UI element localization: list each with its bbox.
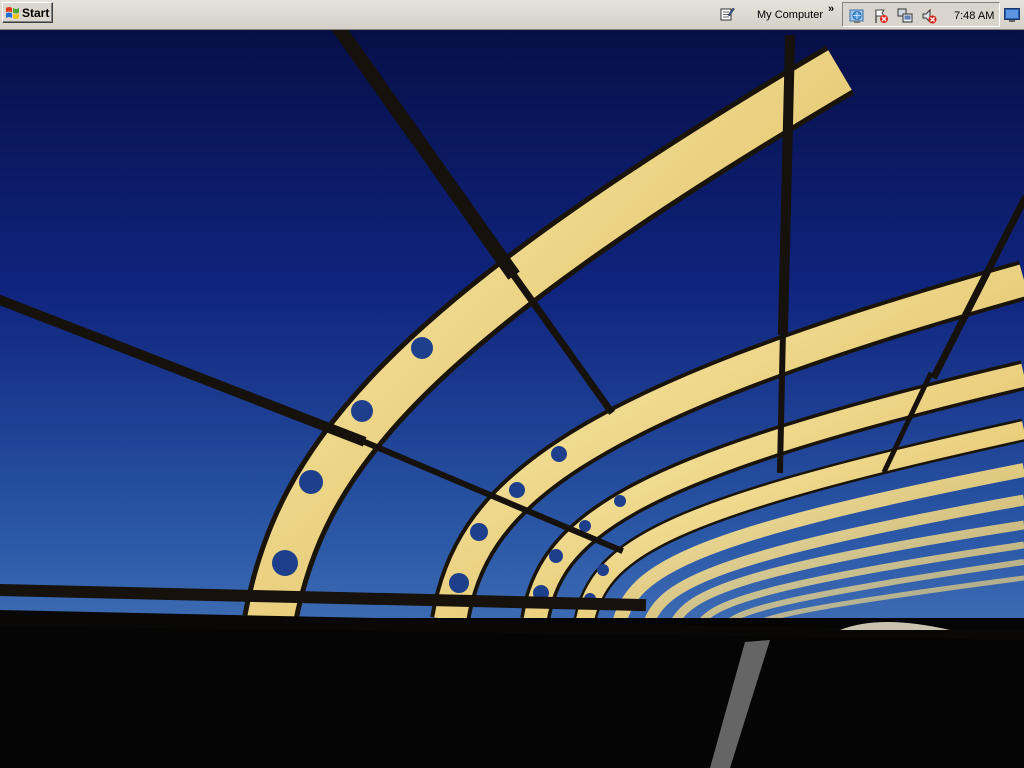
system-tray: 7:48 AM (842, 2, 1000, 27)
security-flag-icon[interactable] (873, 8, 889, 24)
toolbar-overflow-chevron[interactable]: » (828, 3, 834, 15)
notepad-icon[interactable] (720, 6, 735, 21)
network-globe-icon[interactable] (849, 8, 865, 24)
desktop-wallpaper (0, 30, 1024, 768)
start-label: Start (22, 5, 50, 20)
my-computer-label[interactable]: My Computer (757, 9, 823, 21)
clock[interactable]: 7:48 AM (954, 10, 994, 22)
windows-logo-icon (6, 6, 19, 19)
start-button[interactable]: Start (2, 2, 53, 23)
taskbar: Start My Computer » 7:48 AM (0, 0, 1024, 30)
volume-muted-icon[interactable] (921, 8, 937, 24)
show-desktop-icon[interactable] (1004, 8, 1020, 22)
network-connection-icon[interactable] (897, 8, 913, 24)
